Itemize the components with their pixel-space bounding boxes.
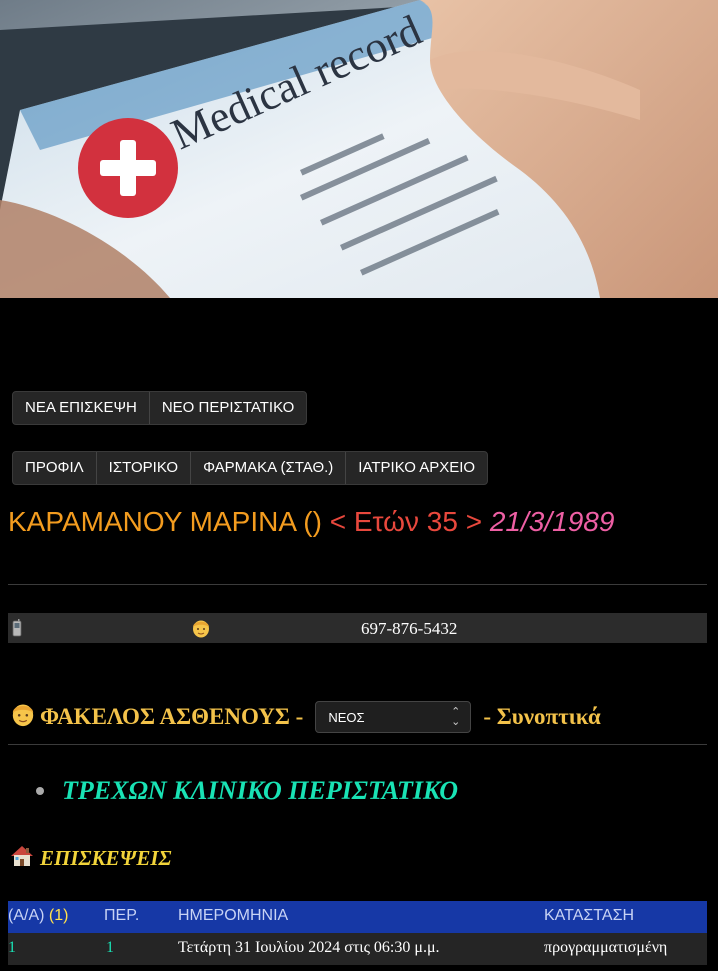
header-status[interactable]: ΚΑΤΑΣΤΑΣΗ — [544, 901, 634, 931]
house-icon — [10, 845, 34, 872]
patient-heading: ΚΑΡΑΜΑΝΟΥ ΜΑΡΙΝΑ () < Ετών 35 > 21/3/198… — [8, 506, 614, 538]
visits-title: ΕΠΙΣΚΕΨΕΙΣ — [40, 846, 172, 870]
current-case-link[interactable]: ΤΡΕΧΩΝ ΚΛΙΝΙΚΟ ΠΕΡΙΣΤΑΤΙΚΟ — [62, 776, 458, 806]
new-visit-button[interactable]: ΝΕΑ ΕΠΙΣΚΕΨΗ — [13, 392, 150, 424]
hero-image: Medical record — [0, 0, 718, 298]
patient-nav: ΠΡΟΦΙΛ ΙΣΤΟΡΙΚΟ ΦΑΡΜΑΚΑ (ΣΤΑΘ.) ΙΑΤΡΙΚΟ … — [12, 451, 489, 485]
header-aa[interactable]: (Α/Α) (1) — [8, 901, 68, 931]
patient-dob: 21/3/1989 — [489, 506, 615, 537]
divider — [8, 744, 707, 745]
table-header: (Α/Α) (1) ΠΕΡ. ΗΜΕΡΟΜΗΝΙΑ ΚΑΤΑΣΤΑΣΗ — [8, 901, 707, 933]
header-date[interactable]: ΗΜΕΡΟΜΗΝΙΑ — [178, 901, 288, 931]
face-icon — [191, 617, 211, 644]
visit-count: (1) — [48, 907, 69, 924]
visit-status: προγραμματισμένη — [544, 939, 668, 956]
visits-table: (Α/Α) (1) ΠΕΡ. ΗΜΕΡΟΜΗΝΙΑ ΚΑΤΑΣΤΑΣΗ 1 1 … — [8, 901, 707, 965]
folder-select-value: ΝΕΟΣ — [328, 709, 365, 725]
folder-select[interactable]: ΝΕΟΣ ⌃ ⌄ — [315, 701, 472, 733]
header-aa-label: (Α/Α) — [8, 907, 45, 924]
patient-phone[interactable]: 697-876-5432 — [361, 619, 457, 639]
patient-folder-title: ΦΑΚΕΛΟΣ ΑΣΘΕΝΟΥΣ - — [40, 704, 304, 729]
bullet-icon — [36, 787, 44, 795]
visit-date: Τετάρτη 31 Ιουλίου 2024 στις 06:30 μ.μ. — [178, 939, 440, 956]
phone-icon — [12, 619, 22, 642]
tab-history[interactable]: ΙΣΤΟΡΙΚΟ — [97, 452, 192, 484]
patient-folder-row: ΦΑΚΕΛΟΣ ΑΣΘΕΝΟΥΣ - ΝΕΟΣ ⌃ ⌄ - Συνοπτικά — [10, 700, 601, 734]
divider — [8, 584, 707, 585]
patient-age: < Ετών 35 > — [329, 506, 483, 537]
face-icon — [10, 700, 36, 734]
tab-profile[interactable]: ΠΡΟΦΙΛ — [13, 452, 97, 484]
new-case-button[interactable]: ΝΕΟ ΠΕΡΙΣΤΑΤΙΚΟ — [150, 392, 306, 424]
table-row[interactable]: 1 1 Τετάρτη 31 Ιουλίου 2024 στις 06:30 μ… — [8, 933, 707, 965]
patient-name: ΚΑΡΑΜΑΝΟΥ ΜΑΡΙΝΑ () — [8, 506, 322, 537]
visit-per[interactable]: 1 — [106, 933, 114, 963]
tab-medical-archive[interactable]: ΙΑΤΡΙΚΟ ΑΡΧΕΙΟ — [346, 452, 487, 484]
current-case-item: ΤΡΕΧΩΝ ΚΛΙΝΙΚΟ ΠΕΡΙΣΤΑΤΙΚΟ — [36, 776, 458, 806]
tab-medications[interactable]: ΦΑΡΜΑΚΑ (ΣΤΑΘ.) — [191, 452, 347, 484]
medical-record-photo: Medical record — [0, 0, 718, 298]
summary-link[interactable]: - Συνοπτικά — [483, 704, 600, 730]
contact-row: 697-876-5432 — [8, 613, 707, 643]
chevron-updown-icon: ⌃ ⌄ — [451, 706, 461, 728]
action-button-group: ΝΕΑ ΕΠΙΣΚΕΨΗ ΝΕΟ ΠΕΡΙΣΤΑΤΙΚΟ — [12, 391, 308, 425]
header-per[interactable]: ΠΕΡ. — [104, 901, 139, 931]
visits-heading: ΕΠΙΣΚΕΨΕΙΣ — [10, 845, 172, 872]
visit-aa[interactable]: 1 — [8, 933, 16, 963]
